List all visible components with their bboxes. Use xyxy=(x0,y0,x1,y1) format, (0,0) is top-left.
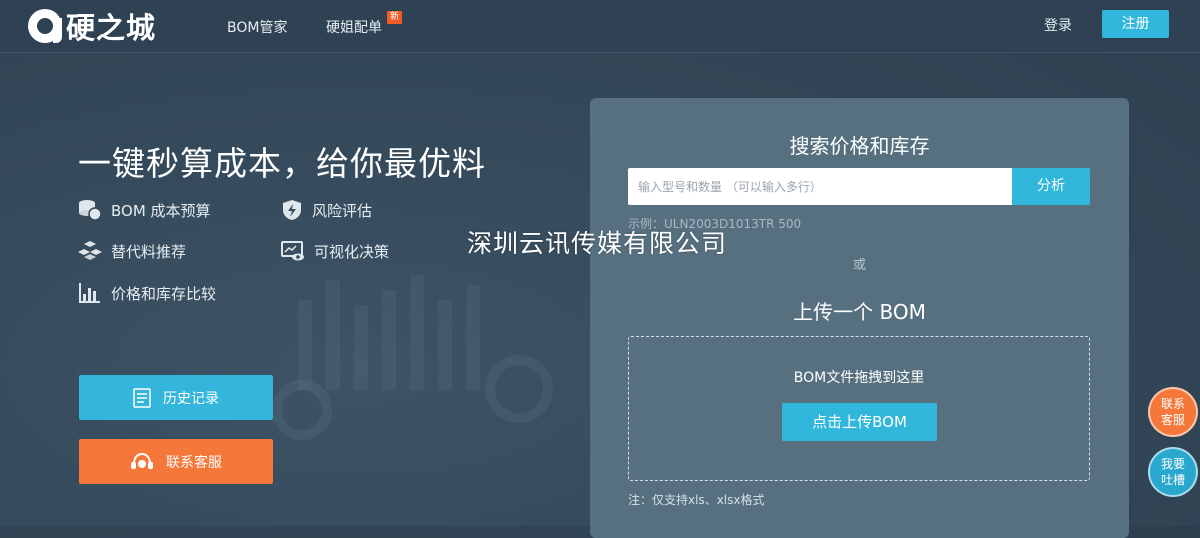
part-search-input[interactable] xyxy=(628,168,1012,205)
bom-dropzone[interactable]: BOM文件拖拽到这里 点击上传BOM xyxy=(628,336,1090,481)
feature-bom-cost: BOM 成本预算 xyxy=(78,199,211,221)
feature-label: 可视化决策 xyxy=(314,242,390,261)
history-button-label: 历史记录 xyxy=(163,390,219,407)
format-note: 注：仅支持xls、xlsx格式 xyxy=(628,493,765,507)
history-button[interactable]: 历史记录 xyxy=(79,375,273,420)
document-list-icon xyxy=(133,387,151,408)
headset-icon xyxy=(131,452,153,469)
feature-label: BOM 成本预算 xyxy=(111,201,211,220)
dropzone-text: BOM文件拖拽到这里 xyxy=(793,370,925,386)
feature-label: 替代料推荐 xyxy=(111,242,187,261)
nav-bom-manager[interactable]: BOM管家 xyxy=(227,17,287,37)
register-button[interactable]: 注册 xyxy=(1102,10,1169,38)
nav-peidan-label: 硬姐配单 xyxy=(326,20,382,36)
feature-alternative: 替代料推荐 xyxy=(78,240,186,262)
bar-chart-icon xyxy=(79,283,100,303)
feature-label: 风险评估 xyxy=(312,201,373,220)
logo-mark-icon xyxy=(28,9,62,43)
upload-title: 上传一个 BOM xyxy=(793,300,926,324)
nav-peidan[interactable]: 硬姐配单 新 xyxy=(326,11,402,37)
float-contact-service[interactable]: 联系客服 xyxy=(1148,387,1198,437)
shield-bolt-icon xyxy=(283,200,301,220)
site-logo[interactable]: 硬之城 xyxy=(28,9,156,45)
cubes-icon xyxy=(78,241,102,260)
float-feedback-label: 我要吐槽 xyxy=(1160,457,1185,487)
search-title: 搜索价格和库存 xyxy=(789,134,930,158)
feature-compare: 价格和库存比较 xyxy=(78,282,216,304)
feature-visual: 可视化决策 xyxy=(281,240,389,262)
search-upload-panel: 搜索价格和库存 分析 示例：ULN2003D1013TR 500 或 上传一个 … xyxy=(590,98,1129,538)
monitor-eye-icon xyxy=(281,241,304,261)
login-link[interactable]: 登录 xyxy=(1044,15,1072,35)
analyze-button[interactable]: 分析 xyxy=(1012,168,1090,205)
upload-bom-button[interactable]: 点击上传BOM xyxy=(782,403,937,441)
float-contact-label: 联系客服 xyxy=(1160,397,1185,427)
hero-title: 一键秒算成本，给你最优料 xyxy=(78,144,486,183)
contact-service-label: 联系客服 xyxy=(166,454,222,471)
coins-icon xyxy=(79,200,102,221)
top-nav-bar: 硬之城 BOM管家 硬姐配单 新 登录 注册 xyxy=(0,0,1200,53)
feature-label: 价格和库存比较 xyxy=(111,284,217,303)
logo-text: 硬之城 xyxy=(66,11,157,45)
feature-risk: 风险评估 xyxy=(281,199,372,221)
watermark-text: 深圳云讯传媒有限公司 xyxy=(467,229,728,258)
float-feedback[interactable]: 我要吐槽 xyxy=(1148,447,1198,497)
new-badge: 新 xyxy=(387,11,402,24)
contact-service-button[interactable]: 联系客服 xyxy=(79,439,273,484)
